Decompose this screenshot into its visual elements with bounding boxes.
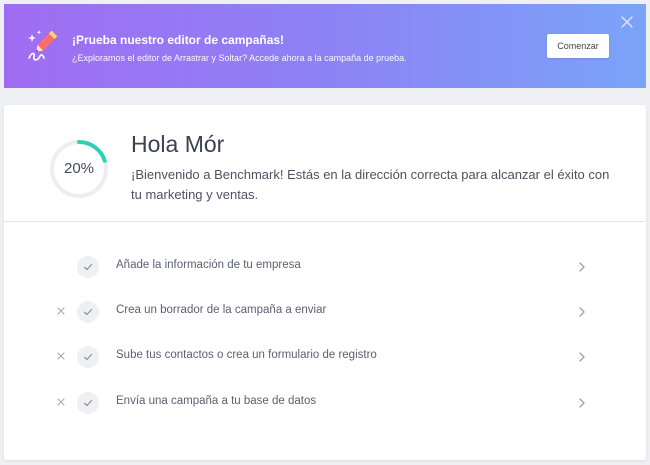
close-icon <box>621 16 633 28</box>
dismiss-icon[interactable] <box>54 304 68 318</box>
onboarding-card: 20% Hola Mór ¡Bienvenido a Benchmark! Es… <box>4 105 646 460</box>
check-icon <box>77 301 99 323</box>
chevron-right-icon <box>579 307 585 317</box>
task-row-upload-contacts[interactable]: Sube tus contactos o crea un formulario … <box>4 342 646 372</box>
start-button[interactable]: Comenzar <box>547 34 609 58</box>
task-row-company-info[interactable]: Añade la información de tu empresa <box>4 252 646 282</box>
promo-banner: ¡Prueba nuestro editor de campañas! ¿Exp… <box>4 4 646 88</box>
task-label: Sube tus contactos o crea un formulario … <box>116 349 377 361</box>
check-icon <box>77 346 99 368</box>
chevron-right-icon <box>579 398 585 408</box>
dismiss-icon[interactable] <box>54 349 68 363</box>
pencil-sparkle-icon <box>28 30 58 61</box>
task-label: Añade la información de tu empresa <box>116 259 301 271</box>
task-row-send-campaign[interactable]: Envía una campaña a tu base de datos <box>4 388 646 418</box>
banner-title: ¡Prueba nuestro editor de campañas! <box>72 33 285 47</box>
welcome-text: ¡Bienvenido a Benchmark! Estás en la dir… <box>131 167 610 202</box>
dismiss-icon[interactable] <box>54 395 68 409</box>
task-row-draft-campaign[interactable]: Crea un borrador de la campaña a enviar <box>4 297 646 327</box>
banner-text: ¿Exploramos el editor de Arrastrar y Sol… <box>72 53 407 63</box>
progress-percent: 20% <box>63 160 95 177</box>
chevron-right-icon <box>579 262 585 272</box>
chevron-right-icon <box>579 352 585 362</box>
task-label: Envía una campaña a tu base de datos <box>116 395 317 407</box>
greeting-title: Hola Mór <box>131 131 225 157</box>
task-label: Crea un borrador de la campaña a enviar <box>116 304 327 316</box>
check-icon <box>77 392 99 414</box>
divider <box>4 221 646 222</box>
check-icon <box>77 256 99 278</box>
close-banner-button[interactable] <box>619 14 635 30</box>
